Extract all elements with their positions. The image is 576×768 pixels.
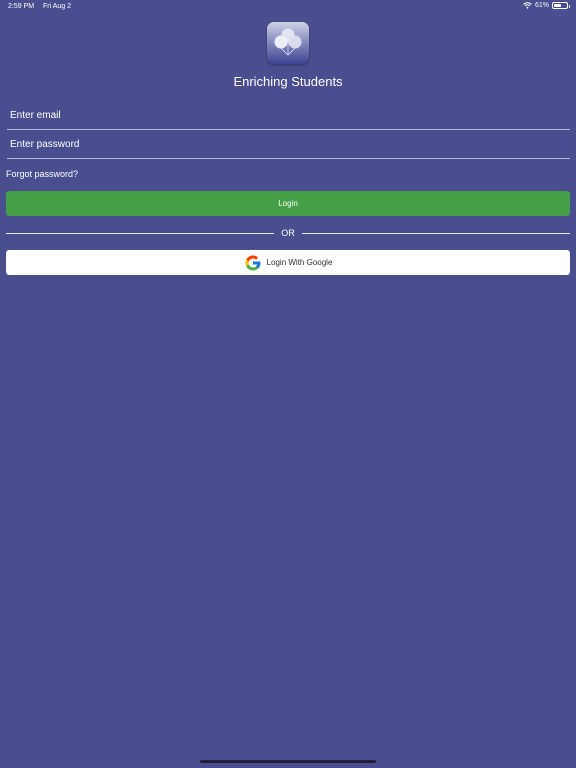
- status-time: 2:59 PM: [8, 3, 35, 10]
- divider-label: OR: [281, 228, 295, 238]
- forgot-password-link[interactable]: Forgot password?: [6, 169, 78, 179]
- google-login-label: Login With Google: [266, 258, 333, 267]
- or-divider: OR: [6, 227, 570, 239]
- google-g-icon: [244, 254, 262, 272]
- wifi-icon: [523, 2, 532, 9]
- email-field-container: [7, 101, 570, 130]
- password-field-container: [7, 130, 570, 159]
- google-login-button[interactable]: Login With Google: [6, 250, 570, 275]
- login-button[interactable]: Login: [6, 191, 570, 216]
- divider-line-right: [301, 232, 570, 234]
- battery-level: [554, 4, 562, 7]
- battery-percent: 61%: [534, 2, 549, 9]
- email-input[interactable]: [7, 101, 570, 129]
- login-button-label: Login: [278, 199, 298, 208]
- balloons-logo-icon: [267, 22, 309, 64]
- battery-icon: [552, 2, 570, 9]
- password-input[interactable]: [7, 130, 570, 158]
- status-bar: 2:59 PM Fri Aug 2 61%: [0, 0, 576, 14]
- home-indicator[interactable]: [200, 760, 376, 763]
- status-date: Fri Aug 2: [43, 3, 72, 10]
- status-indicators: 61%: [523, 2, 570, 9]
- divider-line-left: [6, 232, 275, 234]
- app-title: Enriching Students: [233, 74, 343, 89]
